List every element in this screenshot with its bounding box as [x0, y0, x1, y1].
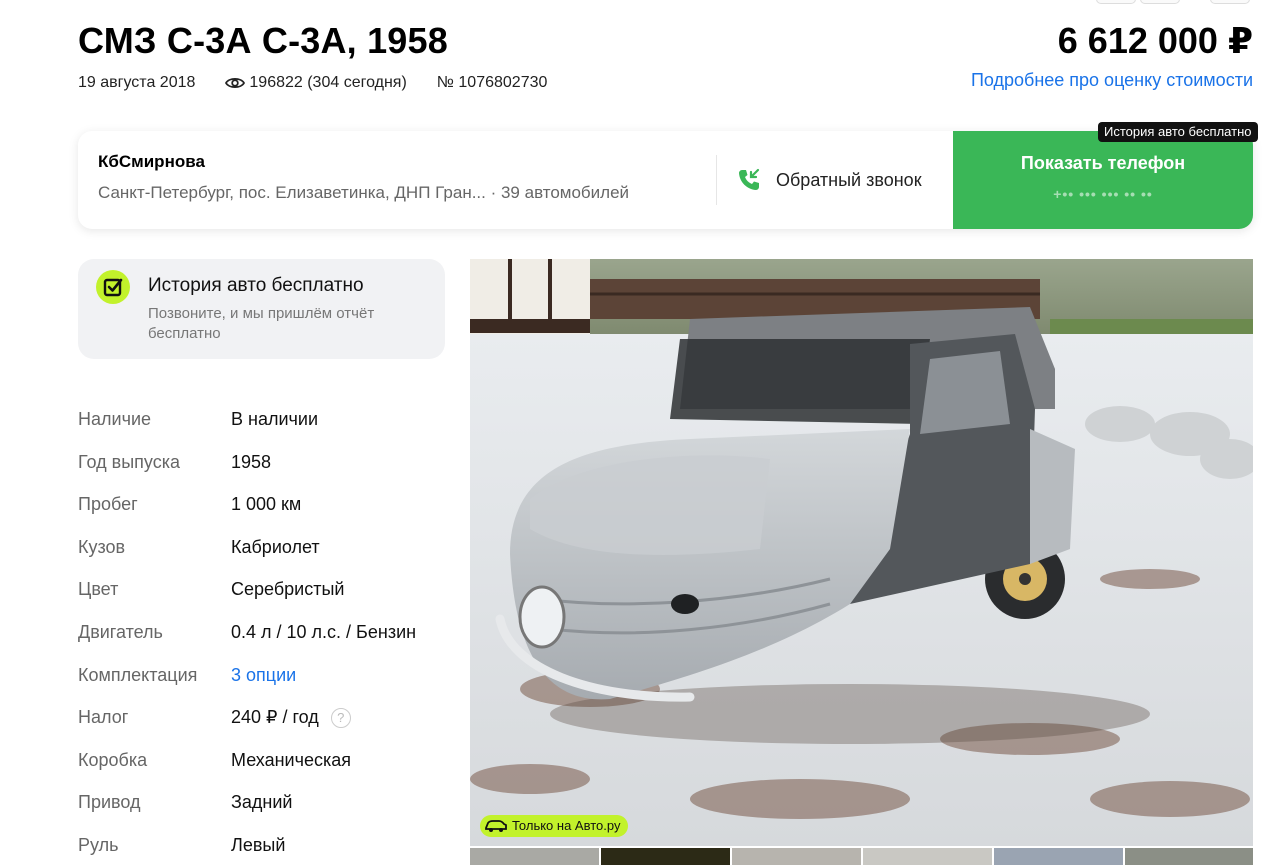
- views-text: 196822 (304 сегодня): [249, 74, 407, 91]
- spec-row: Кузов Кабриолет: [78, 527, 448, 570]
- spec-value: Задний: [231, 792, 293, 813]
- spec-label: Комплектация: [78, 664, 198, 685]
- spec-value: 240 ₽ / год: [231, 707, 319, 728]
- phone-callback-icon: [739, 168, 760, 190]
- listing-number: № 1076802730: [436, 74, 548, 91]
- spec-label: Цвет: [78, 579, 119, 600]
- photo-thumbnail[interactable]: [863, 848, 992, 865]
- price-estimate-link[interactable]: Подробнее про оценку стоимости: [971, 70, 1253, 91]
- callback-label: Обратный звонок: [776, 169, 922, 190]
- seller-card: КбСмирнова Санкт-Петербург, пос. Елизаве…: [78, 131, 1253, 229]
- spec-label: Пробег: [78, 494, 138, 515]
- history-check-icon: [96, 270, 130, 304]
- main-photo[interactable]: [470, 259, 1253, 846]
- history-card[interactable]: История авто бесплатно Позвоните, и мы п…: [78, 259, 445, 359]
- exclusive-badge-text: Только на Авто.ру: [512, 818, 621, 833]
- history-title: История авто бесплатно: [148, 275, 364, 296]
- thumbnail-strip: [470, 848, 1253, 865]
- seller-name[interactable]: КбСмирнова: [98, 152, 205, 172]
- spec-label: Год выпуска: [78, 451, 180, 472]
- photo-thumbnail[interactable]: [1125, 848, 1253, 865]
- photo-thumbnail[interactable]: [470, 848, 599, 865]
- spec-value: 0.4 л / 10 л.с. / Бензин: [231, 621, 417, 642]
- photo-thumbnail[interactable]: [994, 848, 1123, 865]
- listing-title: СМЗ С-3А С-3А, 1958: [78, 20, 448, 61]
- spec-row: Привод Задний: [78, 782, 448, 825]
- spec-row: Год выпуска 1958: [78, 442, 448, 485]
- spec-value: Механическая: [231, 749, 352, 770]
- spec-label: Наличие: [78, 409, 152, 429]
- spec-value: Кабриолет: [231, 536, 320, 557]
- spec-row: Наличие В наличии: [78, 399, 448, 442]
- spec-label: Коробка: [78, 749, 148, 770]
- divider: [716, 155, 717, 205]
- top-control-stub[interactable]: [1140, 0, 1180, 4]
- phone-masked: +•• ••• ••• •• ••: [1053, 186, 1153, 202]
- spec-row: Пробег 1 000 км: [78, 484, 448, 527]
- spec-row: Руль Левый: [78, 825, 448, 865]
- spec-value: 1 000 км: [231, 494, 302, 515]
- specs-table: Наличие В наличии Год выпуска 1958 Пробег 1…: [78, 399, 448, 865]
- spec-row: Двигатель 0.4 л / 10 л.с. / Бензин: [78, 612, 448, 655]
- top-control-stub[interactable]: [1210, 0, 1250, 4]
- spec-label: Привод: [78, 792, 141, 813]
- listing-meta: 19 августа 2018 196822 (304 сегодня) № 1…: [78, 74, 547, 92]
- spec-label: Двигатель: [78, 621, 163, 642]
- car-icon: [485, 820, 507, 832]
- spec-row: Цвет Серебристый: [78, 569, 448, 612]
- spec-value: Серебристый: [231, 579, 345, 600]
- spec-row: Комплектация 3 опции: [78, 655, 448, 698]
- spec-value: 1958: [231, 451, 272, 472]
- show-phone-label: Показать телефон: [1020, 153, 1186, 173]
- spec-label: Кузов: [78, 536, 126, 557]
- spec-value: В наличии: [231, 409, 319, 429]
- spec-row: Налог 240 ₽ / год?: [78, 697, 448, 740]
- spec-value-tax: 240 ₽ / год?: [231, 707, 351, 728]
- history-free-tag: История авто бесплатно: [1098, 122, 1258, 142]
- listing-date: 19 августа 2018: [78, 74, 196, 91]
- views-counter: 196822 (304 сегодня): [225, 74, 407, 92]
- spec-row: Коробка Механическая: [78, 740, 448, 783]
- spec-label: Налог: [78, 707, 129, 728]
- photo-thumbnail[interactable]: [601, 848, 730, 865]
- top-control-stub[interactable]: [1096, 0, 1136, 4]
- history-subtitle: Позвоните, и мы пришлём отчёт бесплатно: [148, 305, 375, 342]
- price: 6 612 000 ₽: [1057, 20, 1253, 61]
- spec-value: Левый: [231, 834, 286, 855]
- show-phone-button[interactable]: Показать телефон +•• ••• ••• •• ••: [953, 131, 1253, 229]
- options-link[interactable]: 3 опции: [231, 665, 296, 686]
- car-photo-illustration: [470, 259, 1253, 846]
- eye-icon: [225, 77, 246, 89]
- spec-label: Руль: [78, 834, 119, 855]
- callback-button[interactable]: Обратный звонок: [736, 167, 922, 193]
- exclusive-badge: Только на Авто.ру: [480, 815, 629, 837]
- seller-address[interactable]: Санкт-Петербург, пос. Елизаветинка, ДНП …: [98, 183, 629, 203]
- question-icon[interactable]: ?: [330, 707, 351, 728]
- photo-thumbnail[interactable]: [732, 848, 861, 865]
